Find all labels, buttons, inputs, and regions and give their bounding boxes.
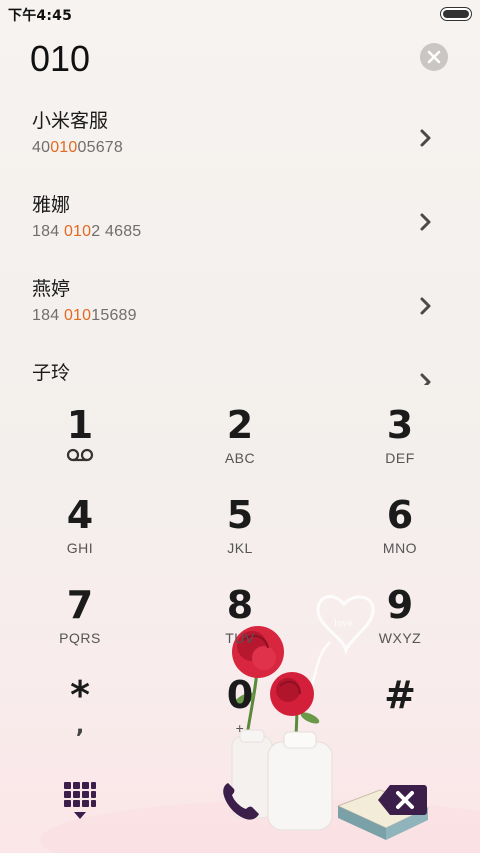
backspace-icon <box>378 785 427 815</box>
dialpad-grid-icon <box>64 782 96 819</box>
key-5[interactable]: 5 JKL <box>160 480 320 572</box>
contact-name: 雅娜 <box>32 194 71 216</box>
dialer-screen: 下午4:45 010 小米客服 4001005678 雅娜 184 0102 4… <box>0 0 480 853</box>
key-digit: # <box>384 673 416 717</box>
action-bar <box>0 770 480 840</box>
key-letters: ABC <box>224 450 256 466</box>
key-4[interactable]: 4 GHI <box>0 480 160 572</box>
key-8[interactable]: 8 TUV <box>160 570 320 662</box>
call-button[interactable] <box>214 776 266 826</box>
contact-results: 小米客服 4001005678 雅娜 184 0102 4685 燕婷 184 … <box>0 90 480 385</box>
contact-name: 燕婷 <box>32 278 71 300</box>
status-time: 下午4:45 <box>8 8 73 24</box>
key-digit: 1 <box>66 403 94 447</box>
key-digit: 0 <box>226 673 254 717</box>
key-letters: PQRS <box>59 630 101 646</box>
delete-button[interactable] <box>376 780 428 820</box>
number-match: 010 <box>63 307 92 324</box>
contact-name: 小米客服 <box>32 110 109 132</box>
key-digit: * <box>70 673 90 717</box>
dialpad-toggle-button[interactable] <box>58 778 102 824</box>
key-digit: 5 <box>226 493 254 537</box>
key-letters: TUV <box>225 630 255 646</box>
contact-name: 子玲 <box>32 362 71 384</box>
key-digit: 9 <box>386 583 414 627</box>
key-digit: 6 <box>386 493 414 537</box>
key-9[interactable]: 9 WXYZ <box>320 570 480 662</box>
key-digit: 7 <box>66 583 94 627</box>
contact-row[interactable]: 燕婷 184 01015689 <box>0 274 480 354</box>
key-7[interactable]: 7 PQRS <box>0 570 160 662</box>
key-letters: DEF <box>385 450 415 466</box>
key-6[interactable]: 6 MNO <box>320 480 480 572</box>
key-letters: GHI <box>66 540 94 556</box>
key-letters: + <box>235 720 245 736</box>
key-2[interactable]: 2 ABC <box>160 390 320 482</box>
battery-icon <box>440 7 472 21</box>
key-hash[interactable]: # <box>320 660 480 752</box>
key-letters: WXYZ <box>378 630 422 646</box>
status-bar: 下午4:45 <box>0 0 480 28</box>
chevron-right-icon <box>420 297 431 315</box>
key-digit: 3 <box>386 403 414 447</box>
contact-row[interactable]: 小米客服 4001005678 <box>0 106 480 186</box>
contact-row[interactable]: 子玲 <box>0 358 480 385</box>
number-match: 010 <box>63 223 92 240</box>
number-part: 40 <box>32 139 51 156</box>
phone-icon <box>223 783 259 820</box>
number-part: 184 <box>32 307 64 324</box>
number-part: 184 <box>32 223 64 240</box>
key-digit: 2 <box>226 403 254 447</box>
dialed-number: 010 <box>30 38 91 79</box>
chevron-right-icon <box>420 213 431 231</box>
key-digit: 4 <box>66 493 94 537</box>
contact-number: 184 01015689 <box>32 307 137 325</box>
key-letters: JKL <box>227 540 253 556</box>
chevron-right-icon <box>420 129 431 147</box>
chevron-right-icon <box>420 373 431 385</box>
number-part: 15689 <box>91 307 137 324</box>
key-letters: MNO <box>382 540 418 556</box>
key-digit: 8 <box>226 583 254 627</box>
key-3[interactable]: 3 DEF <box>320 390 480 482</box>
voicemail-icon <box>66 448 94 462</box>
contact-number: 184 0102 4685 <box>32 223 141 241</box>
key-0[interactable]: 0 + <box>160 660 320 752</box>
number-part: 05678 <box>77 139 123 156</box>
number-match: 010 <box>50 139 78 156</box>
contact-row[interactable]: 雅娜 184 0102 4685 <box>0 190 480 270</box>
key-star[interactable]: * , <box>0 660 160 752</box>
dial-keypad: 1 2 ABC 3 DEF 4 GHI 5 JKL 6 MNO 7 PQRS 8… <box>0 390 480 760</box>
number-part: 2 4685 <box>91 223 142 240</box>
close-icon <box>427 50 441 64</box>
key-1[interactable]: 1 <box>0 390 160 482</box>
contact-number: 4001005678 <box>32 139 123 157</box>
clear-button[interactable] <box>420 43 448 71</box>
key-letters: , <box>75 714 85 739</box>
